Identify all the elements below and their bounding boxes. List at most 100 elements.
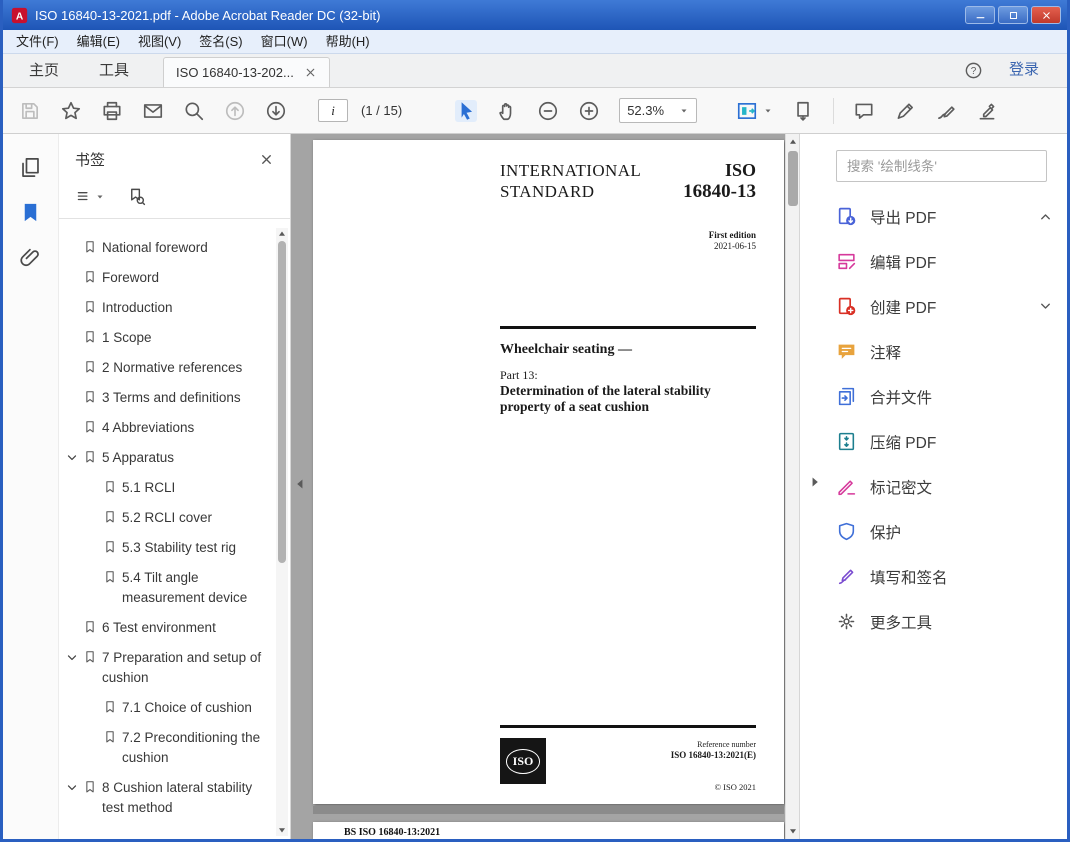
menu-item[interactable]: 视图(V) bbox=[129, 30, 190, 53]
hand-tool-icon[interactable] bbox=[496, 100, 518, 122]
chevron-down-icon[interactable] bbox=[65, 451, 79, 465]
bookmark-item[interactable]: 1 Scope bbox=[65, 323, 274, 353]
scroll-mode-icon[interactable] bbox=[792, 100, 814, 122]
tab-bar: 主页 工具 ISO 16840-13-202... ? 登录 bbox=[3, 54, 1067, 88]
tool-item[interactable]: 注释 bbox=[836, 329, 1053, 374]
close-button[interactable] bbox=[1031, 6, 1061, 24]
bookmark-item[interactable]: 2 Normative references bbox=[65, 353, 274, 383]
document-area[interactable]: INTERNATIONAL STANDARD ISO 16840-13 Firs… bbox=[291, 134, 799, 839]
bookmarks-toolbar bbox=[59, 179, 290, 219]
copyright: © ISO 2021 bbox=[714, 782, 756, 792]
zoom-in-icon[interactable] bbox=[578, 100, 600, 122]
bookmarks-list: National foreword Foreword Introduction bbox=[59, 219, 290, 823]
tool-item[interactable]: 压缩 PDF bbox=[836, 419, 1053, 464]
tab-tools[interactable]: 工具 bbox=[79, 54, 149, 87]
bookmarks-rail-icon[interactable] bbox=[19, 201, 42, 224]
chevron-down-icon[interactable] bbox=[65, 781, 79, 795]
bookmarks-scrollbar[interactable] bbox=[276, 228, 288, 836]
bookmark-item[interactable]: 5.2 RCLI cover bbox=[85, 503, 274, 533]
print-icon[interactable] bbox=[101, 100, 123, 122]
bookmark-item[interactable]: Foreword bbox=[65, 263, 274, 293]
comment-icon bbox=[836, 341, 857, 362]
chevron-down-icon[interactable] bbox=[65, 651, 79, 665]
maximize-button[interactable] bbox=[998, 6, 1028, 24]
bookmark-item[interactable]: 3 Terms and definitions bbox=[65, 383, 274, 413]
sign-icon[interactable] bbox=[935, 100, 957, 122]
search-icon[interactable] bbox=[183, 100, 205, 122]
bookmark-item[interactable]: National foreword bbox=[65, 233, 274, 263]
tool-item[interactable]: 导出 PDF bbox=[836, 194, 1053, 239]
stamp-icon[interactable] bbox=[976, 100, 998, 122]
help-icon[interactable]: ? bbox=[964, 61, 983, 80]
tab-document[interactable]: ISO 16840-13-202... bbox=[163, 57, 330, 87]
paperclip-icon[interactable] bbox=[19, 246, 42, 269]
scroll-down-icon[interactable] bbox=[788, 826, 798, 836]
bookmark-item[interactable]: 5 Apparatus bbox=[65, 443, 274, 473]
page-number-input[interactable] bbox=[318, 99, 348, 122]
bookmark-label: 5.1 RCLI bbox=[122, 480, 176, 495]
share-icon[interactable] bbox=[224, 100, 246, 122]
tools-search-input[interactable] bbox=[836, 150, 1047, 182]
email-icon[interactable] bbox=[142, 100, 164, 122]
bookmark-item[interactable]: 6 Test environment bbox=[65, 613, 274, 643]
scroll-up-icon[interactable] bbox=[788, 137, 798, 147]
document-title: Wheelchair seating — bbox=[500, 342, 632, 357]
highlight-icon[interactable] bbox=[894, 100, 916, 122]
scroll-up-icon[interactable] bbox=[277, 229, 287, 239]
tool-item[interactable]: 保护 bbox=[836, 509, 1053, 554]
collapse-left-icon[interactable] bbox=[293, 474, 307, 494]
signin-button[interactable]: 登录 bbox=[1009, 58, 1039, 79]
select-tool-icon[interactable] bbox=[455, 99, 478, 122]
scrollbar-thumb[interactable] bbox=[278, 241, 286, 563]
window-title: ISO 16840-13-2021.pdf - Adobe Acrobat Re… bbox=[35, 7, 381, 23]
tab-close-icon[interactable] bbox=[304, 66, 317, 79]
zoom-out-icon[interactable] bbox=[537, 100, 559, 122]
star-icon[interactable] bbox=[60, 100, 82, 122]
save-icon[interactable] bbox=[19, 100, 41, 122]
menu-item[interactable]: 帮助(H) bbox=[317, 30, 379, 53]
tool-item[interactable]: 更多工具 bbox=[836, 599, 1053, 644]
export-pdf-icon bbox=[836, 206, 857, 227]
bookmark-item[interactable]: 7 Preparation and setup of cushion bbox=[65, 643, 274, 693]
document-scrollbar[interactable] bbox=[785, 134, 799, 839]
bookmark-item[interactable]: 5.4 Tilt angle measurement device bbox=[85, 563, 274, 613]
tool-item[interactable]: 标记密文 bbox=[836, 464, 1053, 509]
collapse-right-icon[interactable] bbox=[808, 472, 822, 492]
bookmark-item[interactable]: 7.2 Preconditioning the cushion bbox=[85, 723, 274, 773]
bookmark-ribbon-icon bbox=[103, 570, 117, 584]
tool-item[interactable]: 填写和签名 bbox=[836, 554, 1053, 599]
comment-tool-icon[interactable] bbox=[853, 100, 875, 122]
chevron-down-icon[interactable] bbox=[1038, 299, 1053, 314]
pages-icon[interactable] bbox=[19, 156, 42, 179]
bookmark-options-button[interactable] bbox=[75, 188, 105, 205]
menu-item[interactable]: 编辑(E) bbox=[68, 30, 129, 53]
menu-item[interactable]: 窗口(W) bbox=[252, 30, 317, 53]
chevron-up-icon[interactable] bbox=[1038, 209, 1053, 224]
tab-home[interactable]: 主页 bbox=[9, 54, 79, 87]
tool-item[interactable]: 合并文件 bbox=[836, 374, 1053, 419]
tool-item[interactable]: 编辑 PDF bbox=[836, 239, 1053, 284]
close-panel-icon[interactable] bbox=[259, 152, 274, 167]
scroll-down-icon[interactable] bbox=[277, 825, 287, 835]
find-bookmark-icon[interactable] bbox=[127, 187, 146, 206]
bookmark-item[interactable]: 8 Cushion lateral stability test method bbox=[65, 773, 274, 823]
bookmark-item[interactable]: 5.1 RCLI bbox=[85, 473, 274, 503]
bookmark-item[interactable]: 7.1 Choice of cushion bbox=[85, 693, 274, 723]
pdf-page-2: BS ISO 16840-13:2021 bbox=[313, 822, 784, 839]
bookmark-label: 8 Cushion lateral stability test method bbox=[102, 780, 253, 815]
menu-item[interactable]: 签名(S) bbox=[190, 30, 251, 53]
bookmark-item[interactable]: Introduction bbox=[65, 293, 274, 323]
menu-item[interactable]: 文件(F) bbox=[7, 30, 68, 53]
caret-down-icon[interactable] bbox=[763, 106, 773, 116]
page-fit-icon[interactable] bbox=[736, 100, 758, 122]
scrollbar-thumb[interactable] bbox=[788, 151, 798, 206]
title-bar: A ISO 16840-13-2021.pdf - Adobe Acrobat … bbox=[3, 0, 1067, 30]
bookmark-item[interactable]: 4 Abbreviations bbox=[65, 413, 274, 443]
download-arrow-icon[interactable] bbox=[265, 100, 287, 122]
zoom-level-select[interactable]: 52.3% bbox=[619, 98, 698, 123]
svg-text:A: A bbox=[16, 11, 24, 22]
bookmark-ribbon-icon bbox=[83, 330, 97, 344]
minimize-button[interactable] bbox=[965, 6, 995, 24]
bookmark-item[interactable]: 5.3 Stability test rig bbox=[85, 533, 274, 563]
tool-item[interactable]: 创建 PDF bbox=[836, 284, 1053, 329]
